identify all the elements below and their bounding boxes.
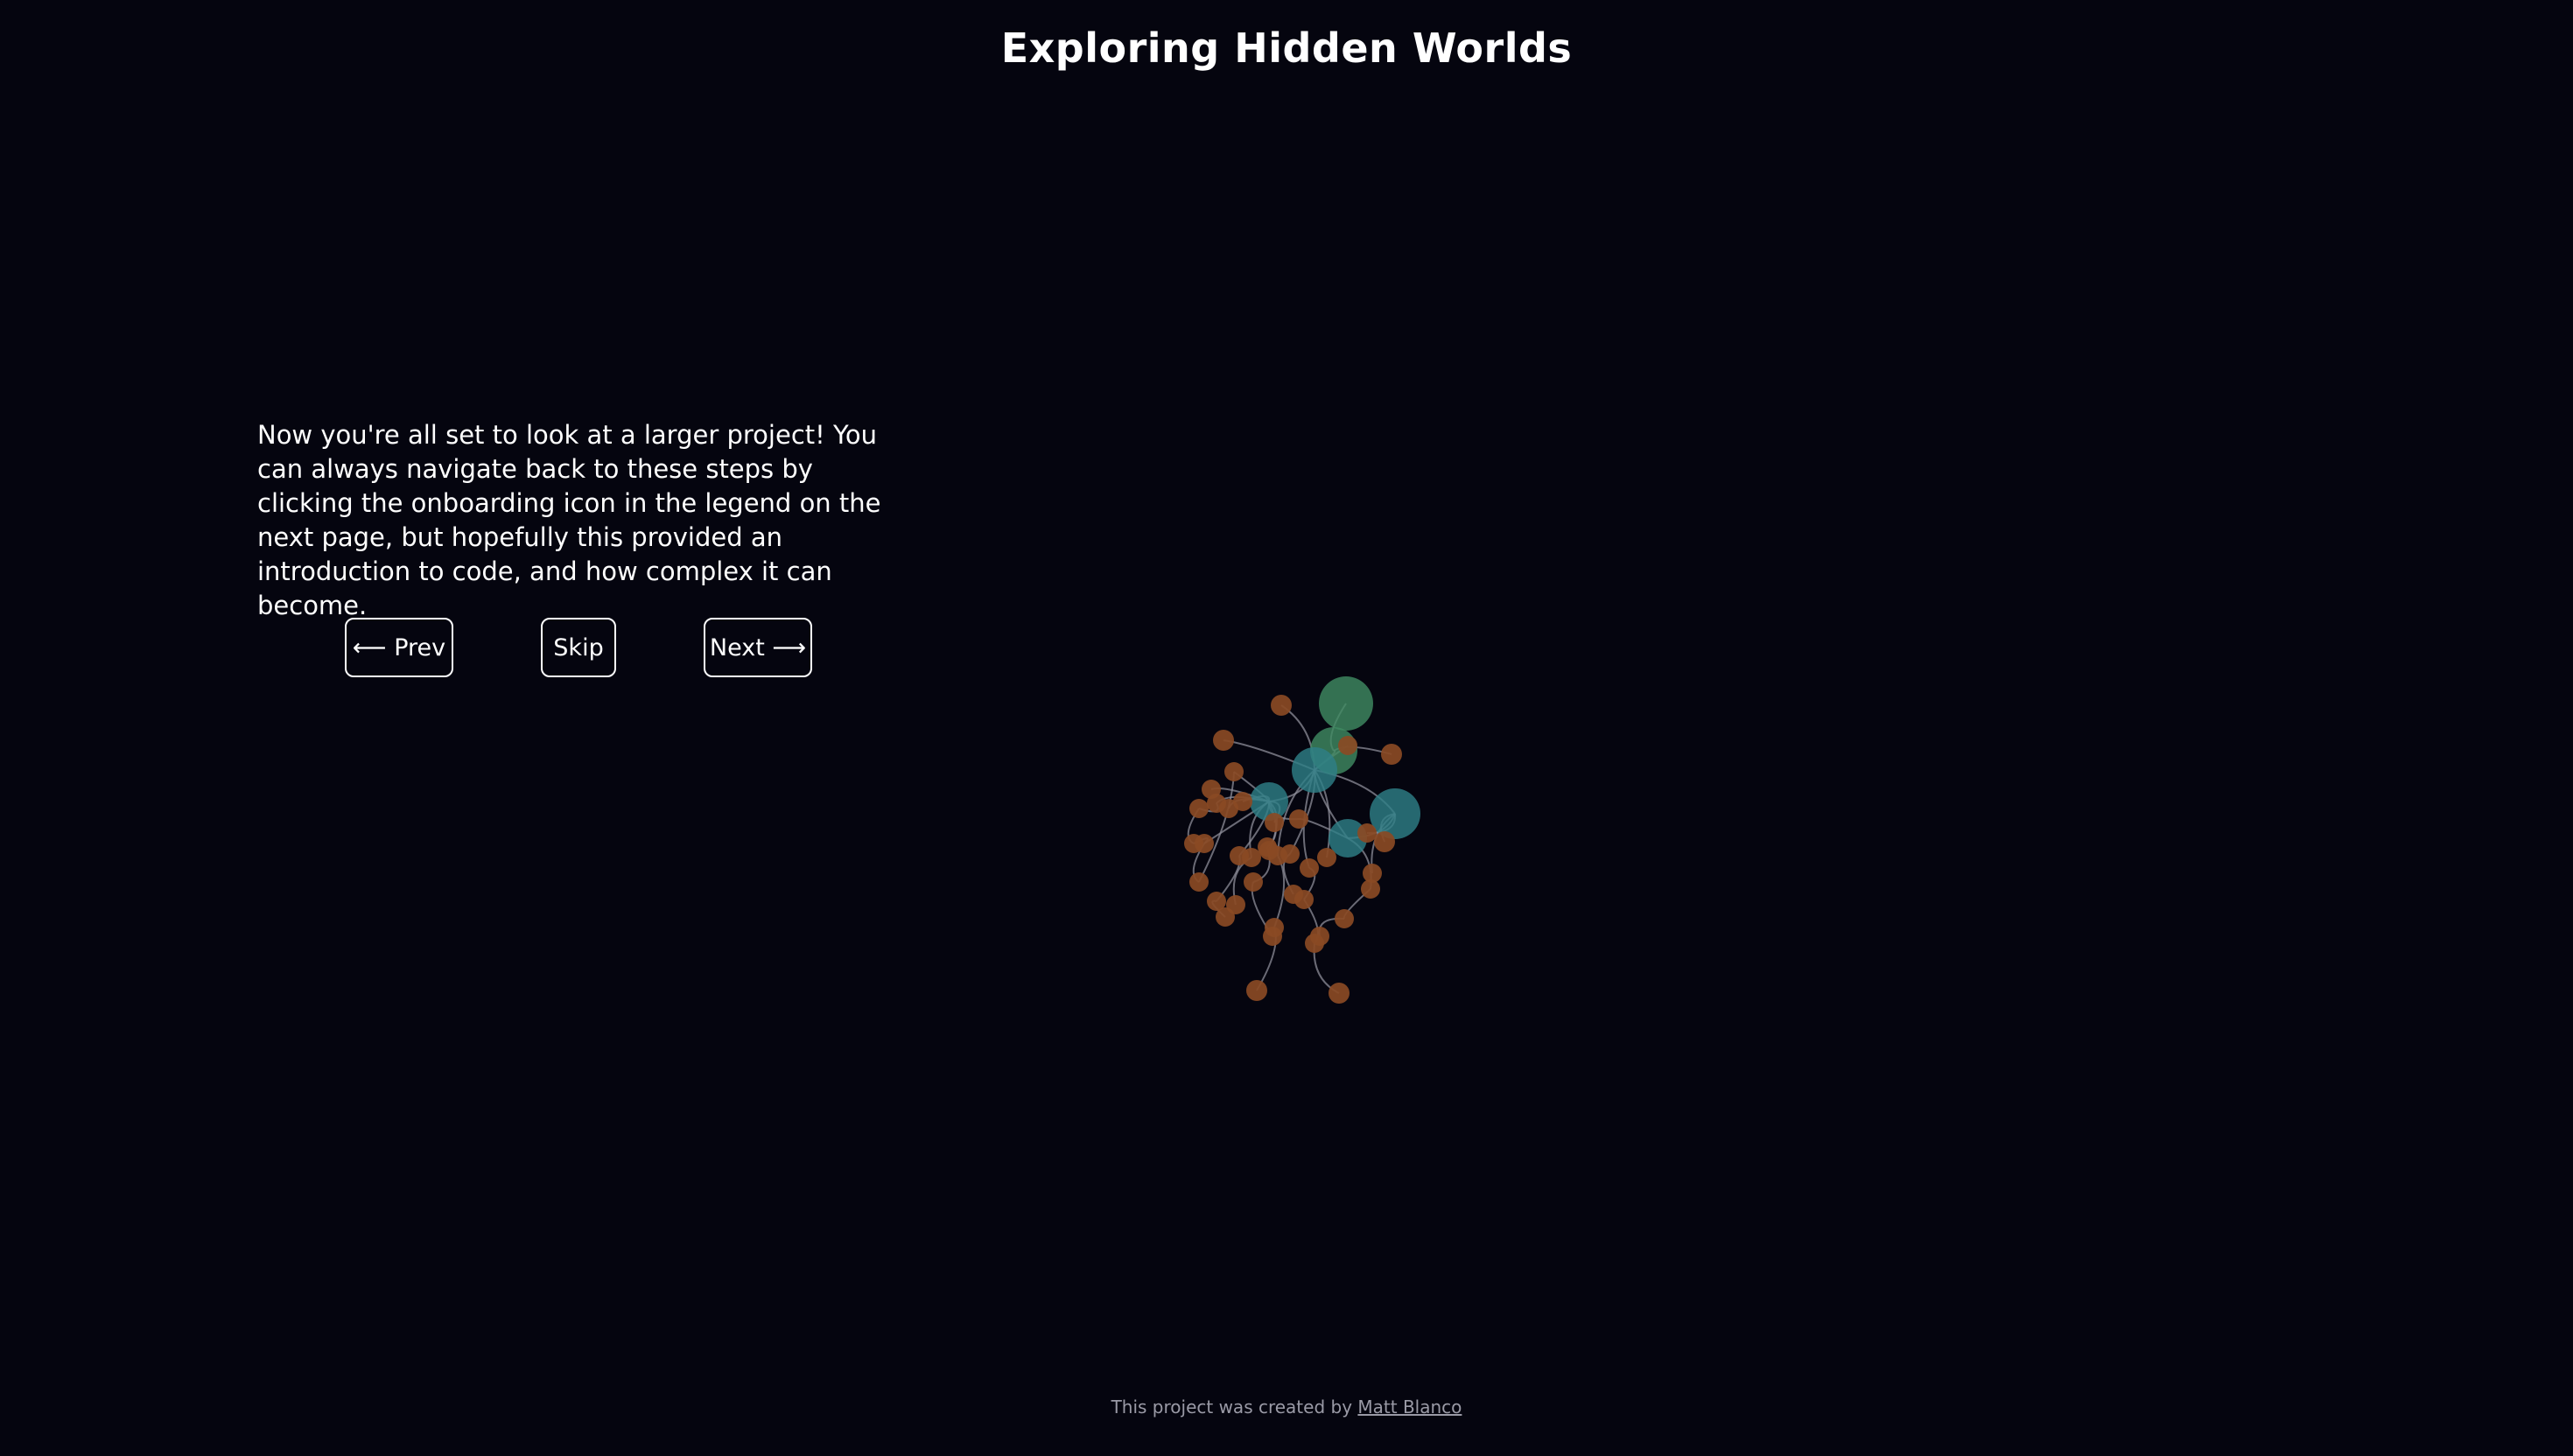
graph-node-file[interactable] — [1246, 980, 1267, 1001]
graph-node-file[interactable] — [1219, 799, 1238, 818]
footer: This project was created by Matt Blanco — [0, 1396, 2573, 1418]
graph-node-file[interactable] — [1284, 885, 1303, 904]
graph-node-file[interactable] — [1335, 909, 1354, 928]
onboarding-text: Now you're all set to look at a larger p… — [257, 420, 881, 620]
arrow-left-icon: ⟵ — [352, 634, 387, 662]
graph-node-file[interactable] — [1329, 983, 1350, 1004]
graph-node-folder[interactable] — [1319, 676, 1373, 731]
next-button[interactable]: Next ⟶ — [704, 618, 812, 677]
graph-link — [1273, 855, 1286, 928]
page-title: Exploring Hidden Worlds — [1000, 24, 1573, 72]
graph-node-file[interactable] — [1195, 834, 1214, 853]
graph-node-file[interactable] — [1289, 809, 1308, 829]
graph-node-file[interactable] — [1224, 762, 1244, 781]
code-graph-svg[interactable] — [1138, 648, 1453, 1015]
graph-node-file[interactable] — [1374, 831, 1395, 852]
graph-node-file[interactable] — [1263, 927, 1282, 946]
graph-node-file[interactable] — [1357, 823, 1377, 843]
graph-node-file[interactable] — [1381, 744, 1402, 765]
prev-button[interactable]: ⟵ Prev — [345, 618, 453, 677]
graph-node-file[interactable] — [1271, 695, 1292, 716]
graph-node-file[interactable] — [1280, 844, 1300, 864]
code-graph-visualization[interactable] — [1138, 648, 1453, 1015]
graph-node-file[interactable] — [1338, 736, 1357, 755]
next-button-label: Next — [709, 634, 765, 662]
graph-node-file[interactable] — [1300, 858, 1319, 878]
graph-node-file[interactable] — [1361, 879, 1380, 899]
arrow-right-icon: ⟶ — [772, 634, 807, 662]
prev-button-label: Prev — [394, 634, 446, 662]
graph-node-folder[interactable] — [1292, 747, 1337, 793]
graph-node-file[interactable] — [1265, 813, 1284, 832]
graph-node-file[interactable] — [1259, 841, 1279, 860]
graph-node-file[interactable] — [1310, 927, 1329, 946]
graph-node-file[interactable] — [1189, 799, 1209, 818]
graph-node-file[interactable] — [1244, 872, 1263, 892]
skip-button-label: Skip — [553, 634, 604, 662]
footer-credit-text: This project was created by — [1111, 1396, 1353, 1418]
skip-button[interactable]: Skip — [541, 618, 616, 677]
graph-node-file[interactable] — [1189, 872, 1209, 892]
graph-node-file[interactable] — [1213, 730, 1234, 751]
graph-node-file[interactable] — [1216, 907, 1235, 927]
author-link[interactable]: Matt Blanco — [1357, 1396, 1462, 1418]
onboarding-panel: Now you're all set to look at a larger p… — [257, 418, 905, 623]
graph-node-file[interactable] — [1242, 848, 1261, 867]
graph-node-folder[interactable] — [1370, 788, 1420, 839]
graph-node-file[interactable] — [1317, 848, 1336, 867]
